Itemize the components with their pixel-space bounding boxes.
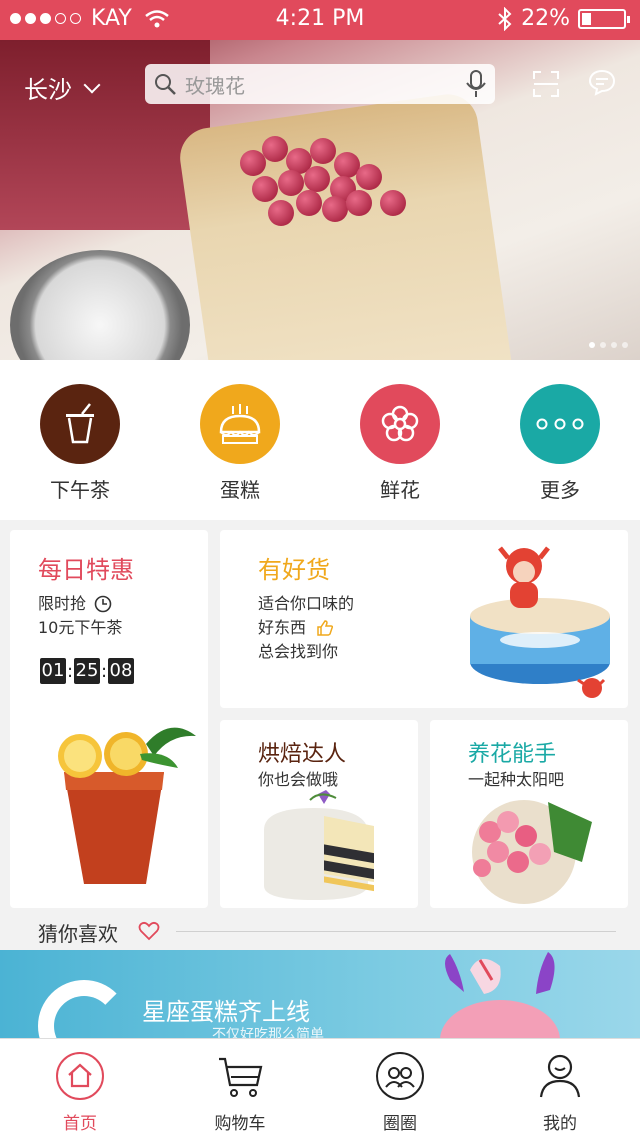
crab-cake-image: [470, 546, 610, 698]
hero-banner[interactable]: 长沙 玫瑰花: [0, 40, 640, 360]
profile-icon: [539, 1054, 581, 1098]
berry: [268, 200, 294, 226]
berry: [310, 138, 336, 164]
countdown-timer: 01 : 25 : 08: [40, 658, 134, 684]
berry: [356, 164, 382, 190]
city-selector[interactable]: 长沙: [24, 70, 101, 105]
guess-label: 猜你喜欢: [38, 922, 118, 946]
pager-dot: [589, 342, 595, 348]
ram-mascot-image: [440, 952, 560, 1038]
timer-hours: 01: [40, 658, 66, 684]
berry: [262, 136, 288, 162]
message-icon[interactable]: [588, 68, 616, 96]
berry: [304, 166, 330, 192]
baking-title: 烘焙达人: [258, 742, 347, 767]
flowers-subtitle: 一起种太阳吧: [468, 770, 565, 789]
promo-banner[interactable]: 星座蛋糕齐上线 不仅好吃那么简单: [0, 950, 640, 1038]
timer-minutes: 25: [74, 658, 100, 684]
heart-icon: [138, 921, 160, 941]
top-bar: 长沙 玫瑰花: [0, 64, 640, 108]
flowers-title: 养花能手: [468, 742, 557, 767]
search-icon: [155, 74, 176, 95]
category-more[interactable]: 更多: [500, 384, 620, 503]
berry: [380, 190, 406, 216]
city-label: 长沙: [24, 76, 72, 104]
bluetooth-icon: [498, 6, 512, 31]
pager-dot: [611, 342, 617, 348]
search-bar[interactable]: 玫瑰花: [145, 64, 495, 104]
tab-home[interactable]: 首页: [20, 1051, 140, 1134]
battery-level: [582, 12, 591, 25]
category-cake[interactable]: 蛋糕: [180, 384, 300, 503]
baking-subtitle: 你也会做哦: [258, 770, 339, 789]
divider: [176, 931, 616, 932]
daily-deal-line1: 限时抢: [38, 594, 87, 613]
microphone-icon[interactable]: [465, 69, 487, 99]
tab-label: 购物车: [214, 1114, 266, 1134]
daily-deal-card[interactable]: 每日特惠 限时抢 10元下午茶 01 : 25 : 08: [10, 530, 208, 908]
good-goods-line2: 好东西: [258, 618, 307, 637]
berry: [296, 190, 322, 216]
hero-cake-image: [176, 90, 514, 360]
baking-card[interactable]: 烘焙达人 你也会做哦: [220, 720, 418, 908]
tab-label: 我的: [543, 1114, 577, 1134]
pager-dot: [600, 342, 606, 348]
category-circle: [520, 384, 600, 464]
battery-icon: [578, 8, 630, 29]
promo-subtitle: 不仅好吃那么简单: [212, 1027, 324, 1038]
status-bar: KAY 4:21 PM 22%: [0, 0, 640, 40]
hero-sieve: [10, 250, 190, 360]
category-circle: [360, 384, 440, 464]
good-goods-line1: 适合你口味的: [258, 594, 355, 613]
berry: [346, 190, 372, 216]
good-goods-line3: 总会找到你: [258, 642, 339, 661]
good-goods-title: 有好货: [258, 556, 330, 584]
category-label: 蛋糕: [220, 478, 260, 502]
letter-c-graphic: [38, 980, 130, 1038]
berry: [322, 196, 348, 222]
search-input[interactable]: 玫瑰花: [185, 70, 465, 99]
scan-icon[interactable]: [532, 70, 560, 98]
clock-icon: [94, 595, 112, 613]
guess-you-like-header: 猜你喜欢: [0, 912, 640, 950]
chevron-down-icon: [83, 76, 101, 93]
tab-profile[interactable]: 我的: [500, 1051, 620, 1134]
home-icon: [56, 1052, 104, 1100]
layer-cake-image: [264, 790, 374, 900]
cart-icon: [219, 1057, 263, 1097]
category-row: 下午茶 蛋糕 鲜花 更多: [0, 360, 640, 520]
thumbs-up-icon: [317, 620, 334, 636]
tab-community[interactable]: 圈圈: [340, 1051, 460, 1134]
category-label: 鲜花: [380, 478, 420, 502]
berry: [252, 176, 278, 202]
daily-deal-line2: 10元下午茶: [38, 618, 123, 637]
timer-seconds: 08: [108, 658, 134, 684]
iced-tea-image: [58, 727, 196, 884]
tab-label: 首页: [63, 1114, 97, 1134]
flower-icon: [381, 405, 419, 442]
carousel-pager: [589, 342, 628, 348]
battery-percent: 22%: [521, 6, 570, 31]
tab-cart[interactable]: 购物车: [180, 1051, 300, 1134]
category-flowers[interactable]: 鲜花: [340, 384, 460, 503]
category-label: 下午茶: [50, 478, 110, 502]
pager-dot: [622, 342, 628, 348]
category-circle: [200, 384, 280, 464]
category-label: 更多: [540, 478, 580, 502]
tab-bar: 首页 购物车 圈圈 我的: [0, 1038, 640, 1136]
more-icon: [536, 418, 584, 430]
category-afternoon-tea[interactable]: 下午茶: [20, 384, 140, 503]
cake-icon: [219, 404, 261, 444]
community-icon: [376, 1052, 424, 1100]
flowers-card[interactable]: 养花能手 一起种太阳吧: [430, 720, 628, 908]
daily-deal-title: 每日特惠: [38, 556, 134, 584]
category-circle: [40, 384, 120, 464]
tab-label: 圈圈: [383, 1114, 417, 1134]
promo-title: 星座蛋糕齐上线: [142, 998, 310, 1026]
tea-cup-icon: [66, 403, 94, 444]
bouquet-image: [472, 800, 592, 904]
good-goods-card[interactable]: 有好货 适合你口味的 好东西 总会找到你: [220, 530, 628, 708]
